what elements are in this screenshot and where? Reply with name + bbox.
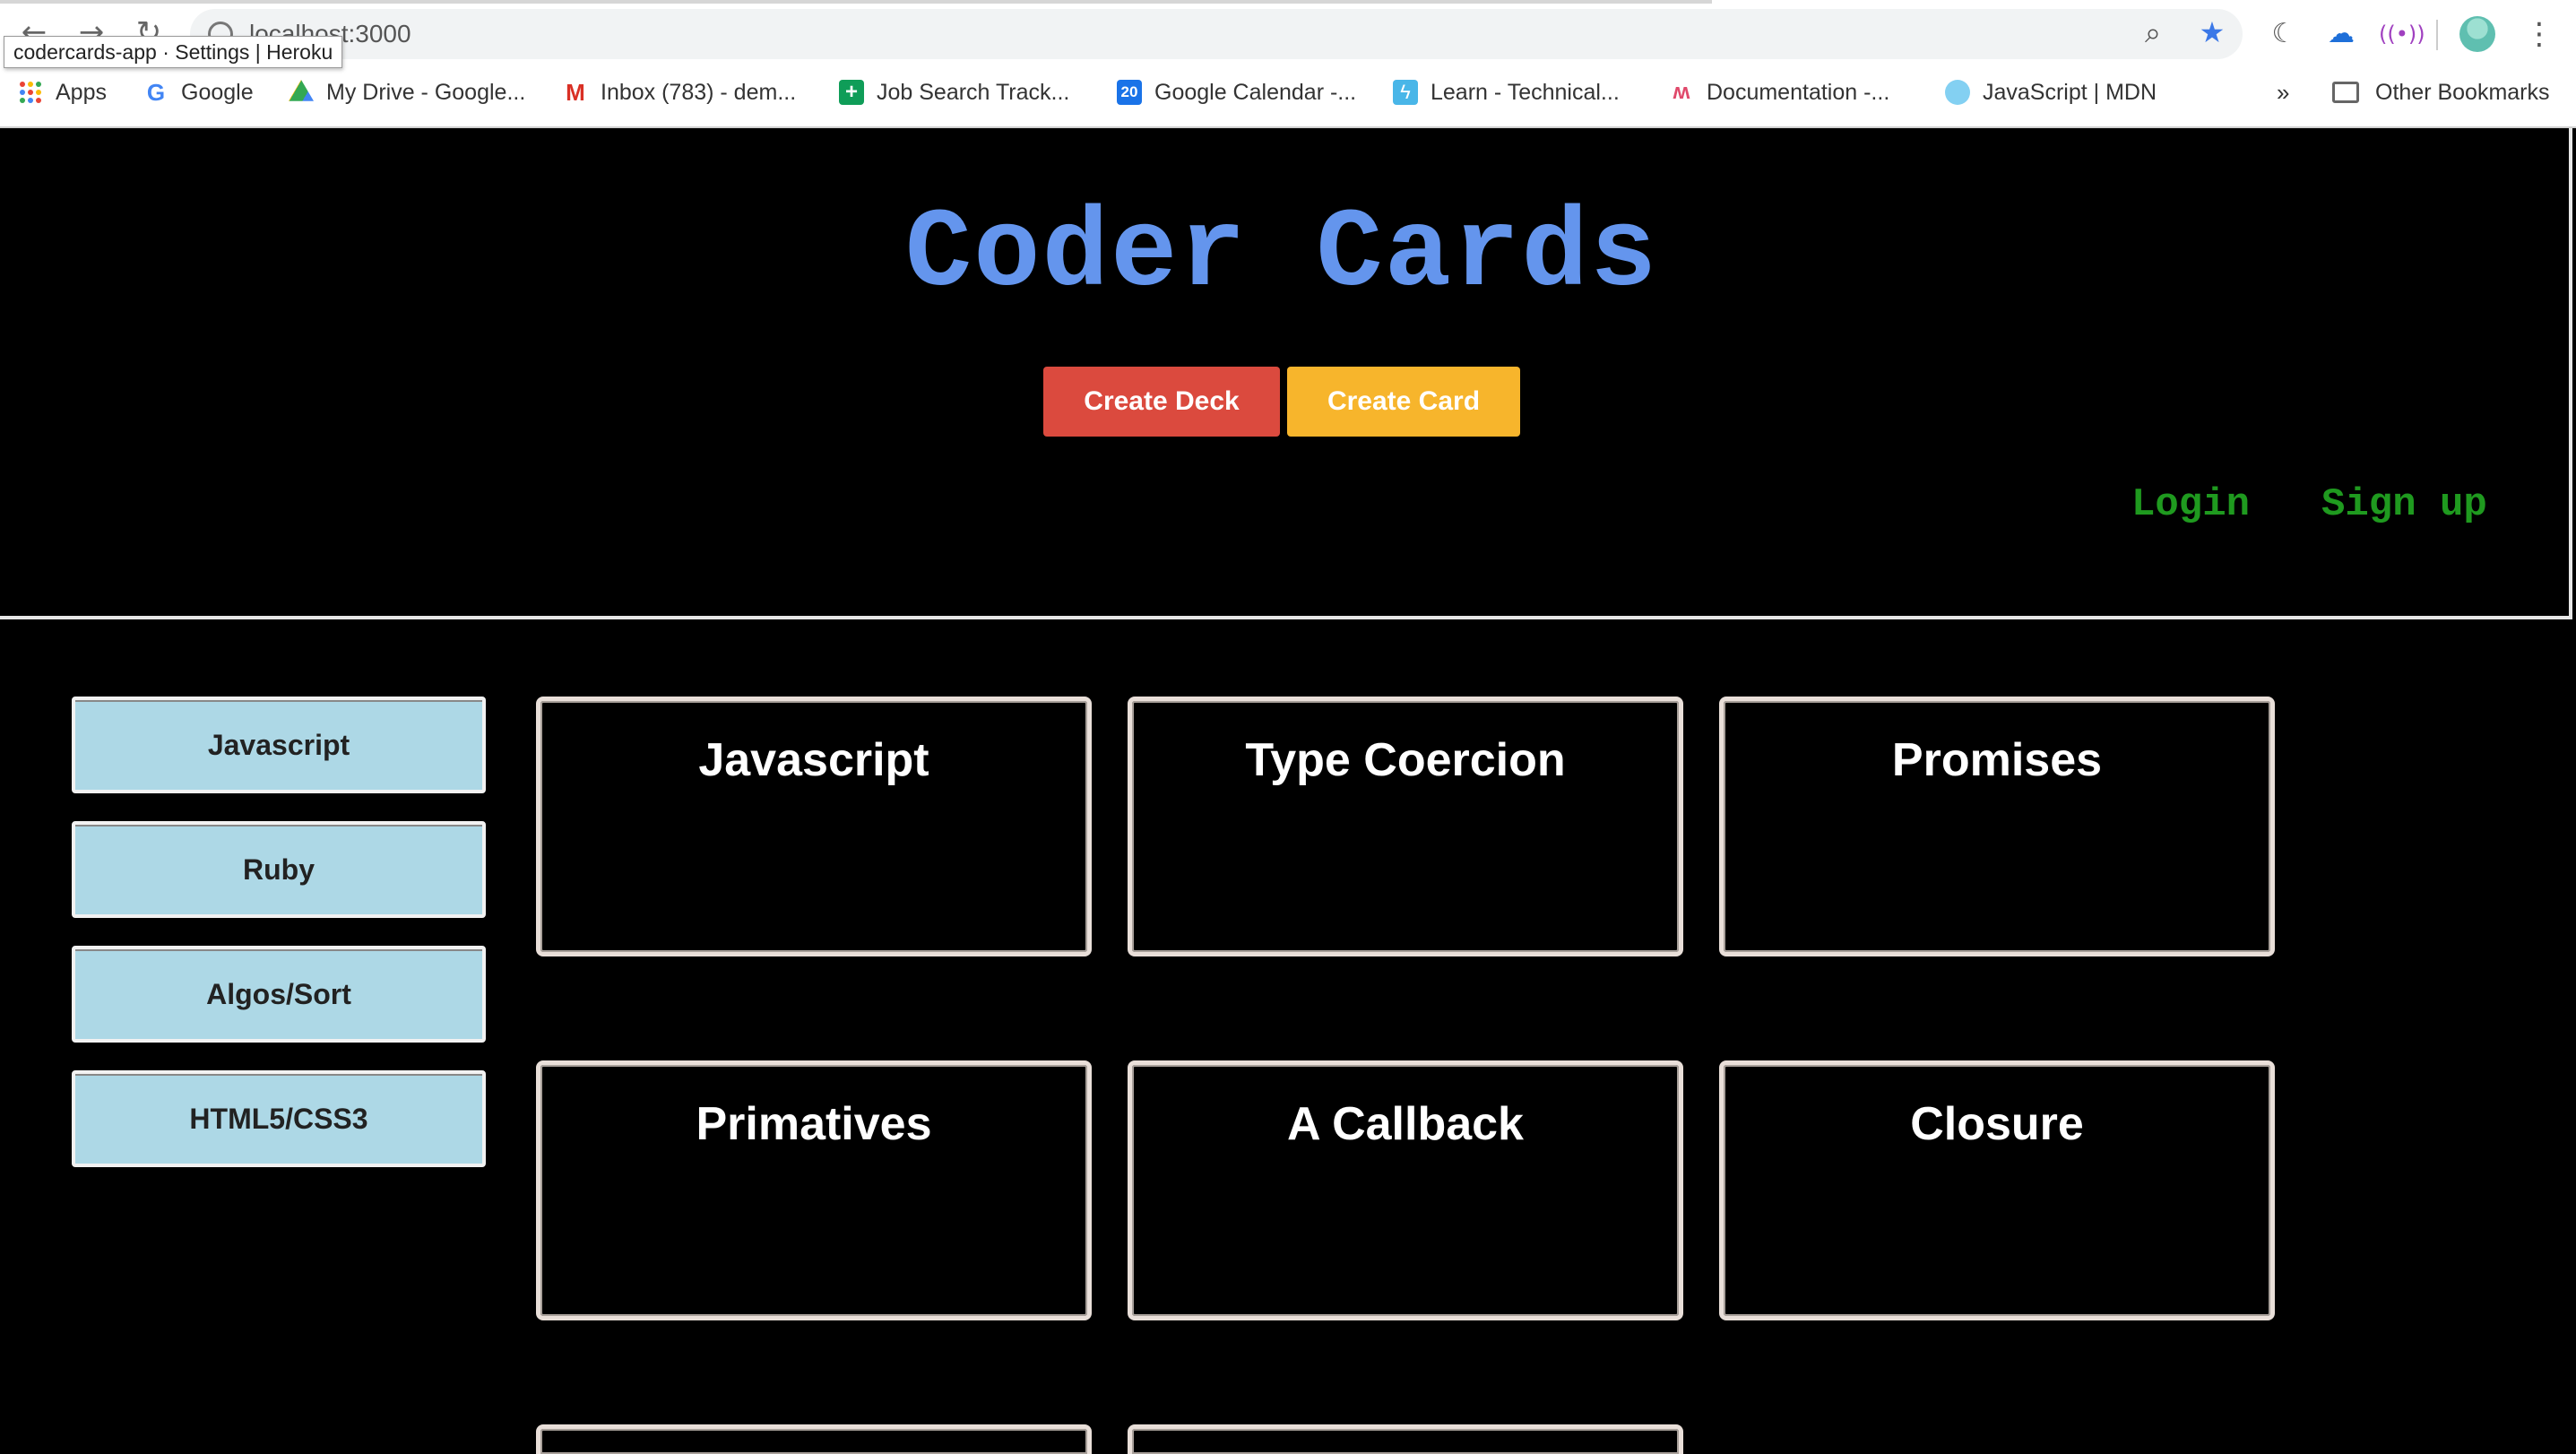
site-title: Coder Cards — [904, 193, 1659, 318]
browser-chrome: ← → ↻ localhost:3000 ⌕ ★ ☾ ☁ ((•)) ⋮ cod… — [0, 0, 2576, 128]
toolbar-separator — [2436, 20, 2438, 50]
gmail-icon: M — [566, 79, 585, 106]
bookmark-documentation[interactable]: ʍ Documentation -... — [1669, 75, 1890, 109]
bookmark-my-drive[interactable]: My Drive - Google... — [289, 75, 525, 109]
sheets-icon: + — [839, 80, 864, 105]
bookmark-learn[interactable]: ϟ Learn - Technical... — [1393, 75, 1620, 109]
cloud-extension-icon[interactable]: ☁ — [2321, 16, 2361, 52]
card-primatives[interactable]: Primatives — [536, 1060, 1092, 1320]
profile-avatar[interactable] — [2459, 16, 2495, 52]
card-a-callback[interactable]: A Callback — [1128, 1060, 1683, 1320]
bookmark-google-calendar[interactable]: 20 Google Calendar -... — [1117, 75, 1356, 109]
google-icon: G — [146, 79, 166, 106]
card-type-coercion[interactable]: Type Coercion — [1128, 697, 1683, 956]
app-header: Coder Cards Create Deck Create Card Logi… — [0, 128, 2572, 619]
deck-button-algos-sort[interactable]: Algos/Sort — [72, 946, 486, 1043]
card-title: A Callback — [1287, 1098, 1524, 1150]
card-title: Primatives — [696, 1098, 932, 1150]
bookmark-label: Learn - Technical... — [1431, 79, 1620, 105]
card-title: Javascript — [698, 734, 929, 786]
bookmark-label: My Drive - Google... — [326, 79, 526, 105]
apps-grid-icon — [20, 82, 41, 103]
bookmark-label: Documentation -... — [1707, 79, 1890, 105]
bookmark-google[interactable]: G Google — [143, 75, 254, 109]
app-page: Coder Cards Create Deck Create Card Logi… — [0, 128, 2576, 1454]
bookmark-label: Other Bookmarks — [2375, 79, 2550, 105]
bookmark-star-icon[interactable]: ★ — [2194, 14, 2230, 50]
login-link[interactable]: Login — [2131, 480, 2250, 530]
card-promises[interactable]: Promises — [1719, 697, 2275, 956]
deck-button-html5-css3[interactable]: HTML5/CSS3 — [72, 1070, 486, 1167]
tab-tooltip: codercards-app · Settings | Heroku — [4, 36, 343, 68]
create-card-button[interactable]: Create Card — [1287, 367, 1520, 437]
bookmarks-bar: Apps G Google My Drive - Google... M Inb… — [0, 70, 2576, 115]
deck-button-javascript[interactable]: Javascript — [72, 697, 486, 793]
folder-icon — [2332, 82, 2359, 103]
bookmark-label: JavaScript | MDN — [1983, 79, 2157, 105]
bookmark-other-bookmarks[interactable]: Other Bookmarks — [2332, 75, 2550, 109]
bookmark-inbox[interactable]: M Inbox (783) - dem... — [563, 75, 796, 109]
zoom-icon[interactable]: ⌕ — [2135, 14, 2171, 50]
learn-icon: ϟ — [1393, 80, 1418, 105]
card-javascript[interactable]: Javascript — [536, 697, 1092, 956]
docs-icon: ʍ — [1673, 80, 1690, 104]
calendar-icon: 20 — [1117, 80, 1142, 105]
card-title: Promises — [1891, 734, 2103, 786]
bookmark-label: Job Search Track... — [877, 79, 1070, 105]
drive-icon — [289, 80, 314, 101]
card-closure[interactable]: Closure — [1719, 1060, 2275, 1320]
deck-button-ruby[interactable]: Ruby — [72, 821, 486, 918]
extension-c-icon[interactable]: ☾ — [2264, 16, 2304, 52]
card-partial[interactable] — [536, 1424, 1092, 1454]
broadcast-extension-icon[interactable]: ((•)) — [2379, 16, 2425, 52]
card-title: Type Coercion — [1245, 734, 1566, 786]
bookmarks-overflow-icon[interactable]: » — [2277, 75, 2289, 109]
card-title: Closure — [1910, 1098, 2084, 1150]
card-partial[interactable] — [1128, 1424, 1683, 1454]
bookmark-job-search[interactable]: + Job Search Track... — [839, 75, 1069, 109]
bookmark-label: Inbox (783) - dem... — [601, 79, 797, 105]
signup-link[interactable]: Sign up — [2321, 480, 2487, 530]
bookmark-label: Google — [181, 79, 254, 105]
bookmark-mdn[interactable]: JavaScript | MDN — [1945, 75, 2157, 109]
mdn-icon — [1945, 80, 1970, 105]
address-bar[interactable]: localhost:3000 — [190, 9, 2243, 59]
bookmark-label: Google Calendar -... — [1154, 79, 1357, 105]
browser-menu-icon[interactable]: ⋮ — [2524, 16, 2554, 52]
bookmark-apps[interactable]: Apps — [20, 75, 107, 109]
browser-toolbar: ← → ↻ localhost:3000 ⌕ ★ ☾ ☁ ((•)) ⋮ — [0, 0, 2576, 68]
bookmark-label: Apps — [56, 79, 107, 105]
create-deck-button[interactable]: Create Deck — [1043, 367, 1280, 437]
